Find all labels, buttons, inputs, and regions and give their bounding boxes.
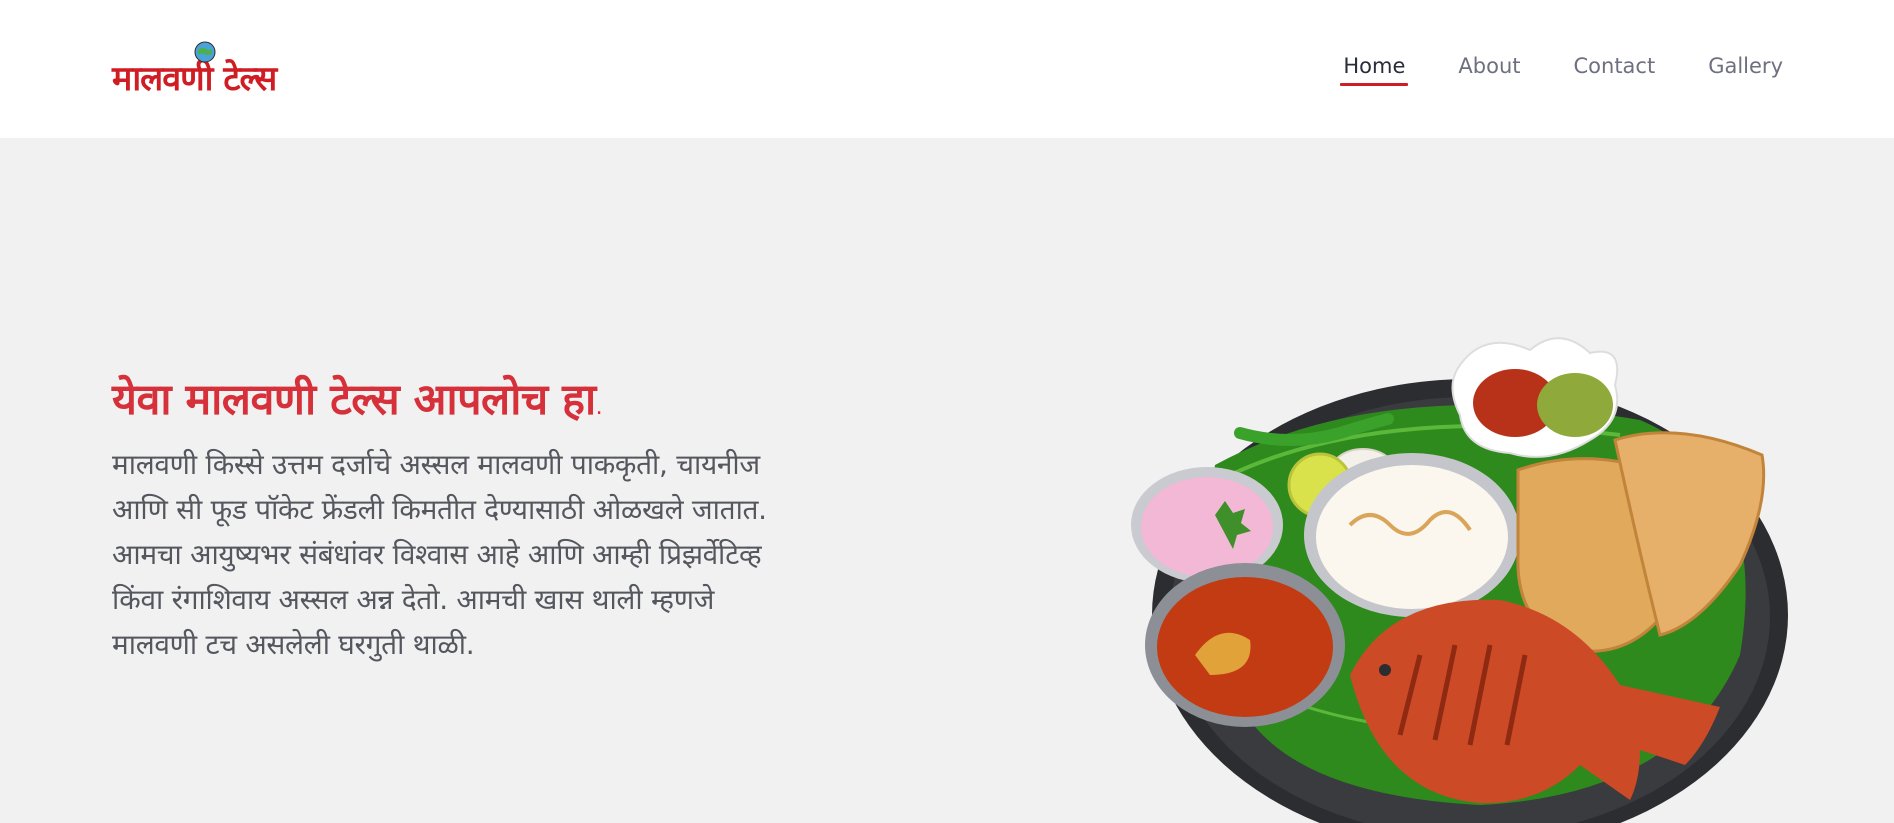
hero-title-dot: . xyxy=(595,395,603,420)
nav-contact[interactable]: Contact xyxy=(1571,54,1659,86)
hero-description: मालवणी किस्से उत्तम दर्जाचे अस्सल मालवणी… xyxy=(112,448,767,661)
site-header: मालवणी टेल्स Home About Contact Gallery xyxy=(0,0,1894,138)
main-nav: Home About Contact Gallery xyxy=(1340,54,1786,86)
hero-title: येवा मालवणी टेल्स आपलोच हा. xyxy=(112,368,603,427)
nav-gallery[interactable]: Gallery xyxy=(1705,54,1786,86)
globe-icon xyxy=(194,41,216,63)
nav-home[interactable]: Home xyxy=(1340,54,1409,86)
site-logo[interactable]: मालवणी टेल्स xyxy=(112,40,292,99)
nav-about[interactable]: About xyxy=(1455,54,1523,86)
thali-image xyxy=(1131,337,1788,823)
hero-title-text: येवा मालवणी टेल्स आपलोच हा xyxy=(112,375,596,425)
